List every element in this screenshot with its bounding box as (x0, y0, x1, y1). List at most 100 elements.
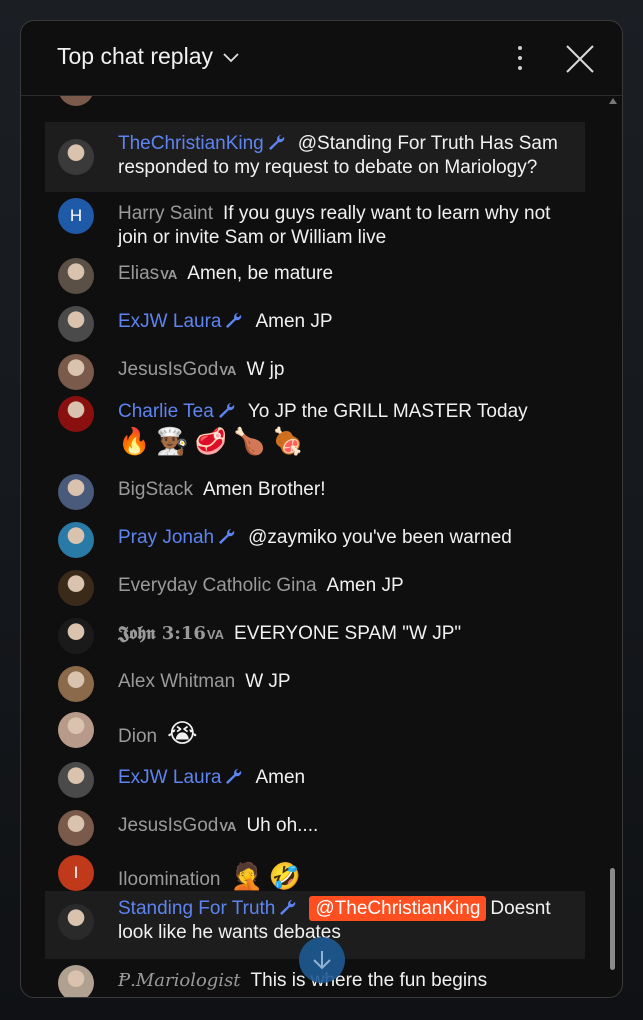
author-badge: VA (160, 267, 178, 282)
chat-message[interactable]: I Iloomination 🤦 🤣 (45, 848, 585, 892)
message-body: Harry Saint If you guys really want to le… (118, 202, 568, 250)
author-name[interactable]: Dion (118, 726, 157, 747)
chat-message[interactable]: 𝕵𝖔𝖍𝖓 3:16VA EVERYONE SPAM "W JP" (45, 613, 585, 654)
message-body: ExJW Laura Amen (118, 766, 568, 790)
message-text: W jp (246, 359, 285, 380)
chat-mode-label: Top chat replay (57, 43, 213, 69)
emoji: 🍗 (233, 426, 266, 456)
chat-mode-dropdown[interactable]: Top chat replay (57, 43, 240, 70)
author-name[interactable]: Harry Saint (118, 203, 213, 224)
author-label: Standing For Truth (118, 898, 276, 919)
chat-message[interactable]: JesusIsGodVA Uh oh.... (45, 805, 585, 846)
author-label: Iloomination (118, 869, 221, 890)
author-label: Dion (118, 726, 158, 747)
message-body: Ᵽ.Mariologist This is where the fun begin… (118, 969, 568, 993)
author-name[interactable]: JesusIsGodVA (118, 359, 236, 380)
avatar[interactable] (58, 306, 94, 342)
author-name[interactable]: Iloomination (118, 869, 220, 890)
author-label: Harry Saint (118, 203, 214, 224)
chat-message[interactable]: BigStack Amen Brother! (45, 469, 585, 510)
chat-feed[interactable]: YeshuaIsLord7Nate says things for clicks… (21, 96, 622, 997)
author-name[interactable]: 𝕵𝖔𝖍𝖓 3:16VA (118, 623, 224, 644)
chat-message[interactable]: TheChristianKing @Standing For Truth Has … (45, 122, 585, 192)
avatar[interactable] (58, 810, 94, 846)
scroll-up-arrow-icon[interactable] (609, 98, 617, 104)
message-text: Yo JP the GRILL MASTER Today (247, 401, 528, 422)
avatar[interactable] (58, 618, 94, 654)
avatar[interactable] (58, 904, 94, 940)
author-name[interactable]: Ᵽ.Mariologist (118, 970, 241, 991)
avatar[interactable] (58, 139, 94, 175)
avatar[interactable] (58, 354, 94, 390)
author-label: Elias (118, 263, 160, 284)
message-body: Standing For Truth @TheChristianKing Doesn… (118, 896, 568, 945)
chat-message[interactable]: Charlie Tea Yo JP the GRILL MASTER Today 🔥… (45, 391, 585, 465)
message-text: Amen Brother! (202, 479, 326, 500)
wrench-icon (268, 134, 284, 150)
author-name[interactable]: Charlie Tea (118, 401, 238, 422)
message-text: Amen, be mature (187, 263, 334, 284)
author-label: TheChristianKing (118, 133, 264, 154)
author-name[interactable]: EliasVA (118, 263, 177, 284)
chat-message[interactable]: JesusIsGodVA W jp (45, 349, 585, 390)
message-body: Pray Jonah @zaymiko you've been warned (118, 526, 568, 550)
avatar[interactable] (58, 965, 94, 997)
author-name[interactable]: Everyday Catholic Gina (118, 575, 317, 596)
wrench-icon (226, 312, 242, 328)
message-body: Alex Whitman W JP (118, 670, 568, 694)
scrollbar[interactable] (610, 96, 616, 997)
chat-message[interactable]: ExJW Laura Amen JP (45, 301, 585, 342)
author-label: ExJW Laura (118, 767, 222, 788)
avatar[interactable] (58, 396, 94, 432)
close-icon[interactable] (564, 43, 596, 75)
avatar[interactable] (58, 712, 94, 748)
chat-message[interactable]: Everyday Catholic Gina Amen JP (45, 565, 585, 606)
chat-message[interactable]: Pray Jonah @zaymiko you've been warned (45, 517, 585, 558)
chat-message[interactable]: H Harry Saint If you guys really want to l… (45, 192, 585, 248)
chat-message[interactable]: ExJW Laura Amen (45, 757, 585, 798)
author-name[interactable]: Alex Whitman (118, 671, 235, 692)
author-name[interactable]: Pray Jonah (118, 527, 238, 548)
avatar[interactable]: I (58, 855, 94, 891)
scrollbar-thumb[interactable] (610, 868, 615, 970)
author-badge: VA (219, 363, 237, 378)
chevron-down-icon (223, 52, 239, 62)
avatar[interactable]: H (58, 198, 94, 234)
author-name[interactable]: BigStack (118, 479, 193, 500)
more-options-icon[interactable] (511, 43, 529, 73)
message-body: TheChristianKing @Standing For Truth Has … (118, 132, 568, 180)
author-name[interactable]: ExJW Laura (118, 767, 245, 788)
avatar[interactable] (58, 570, 94, 606)
message-text: Amen (255, 767, 306, 788)
avatar[interactable] (58, 762, 94, 798)
author-name[interactable]: ExJW Laura (118, 311, 245, 332)
author-label: Pray Jonah (118, 527, 215, 548)
avatar-letter: H (69, 206, 83, 225)
avatar[interactable] (58, 474, 94, 510)
author-label: JesusIsGod (118, 359, 219, 380)
chat-message[interactable]: EliasVA Amen, be mature (45, 253, 585, 294)
emoji: 🔥 (118, 426, 151, 456)
author-label: Alex Whitman (118, 671, 236, 692)
avatar[interactable] (58, 666, 94, 702)
message-text: W JP (245, 671, 291, 692)
message-body: EliasVA Amen, be mature (118, 262, 568, 287)
mention-tag[interactable]: @TheChristianKing (309, 896, 487, 921)
chat-message[interactable]: Alex Whitman W JP (45, 661, 585, 702)
chat-message[interactable]: Dion 😭 (45, 703, 585, 750)
scroll-to-bottom-button[interactable] (299, 937, 345, 983)
author-label: Charlie Tea (118, 401, 214, 422)
avatar[interactable] (58, 96, 94, 106)
message-body: 𝕵𝖔𝖍𝖓 3:16VA EVERYONE SPAM "W JP" (118, 622, 568, 647)
message-text: EVERYONE SPAM "W JP" (234, 623, 462, 644)
avatar[interactable] (58, 522, 94, 558)
author-name[interactable]: Standing For Truth (118, 898, 299, 919)
author-name[interactable]: TheChristianKing (118, 133, 288, 154)
message-body: Dion 😭 (118, 716, 568, 750)
avatar-letter: I (73, 863, 79, 882)
author-label: BigStack (118, 479, 193, 500)
avatar[interactable] (58, 258, 94, 294)
message-text: Uh oh.... (246, 815, 319, 836)
emoji: 🥩 (194, 426, 228, 456)
author-name[interactable]: JesusIsGodVA (118, 815, 236, 836)
